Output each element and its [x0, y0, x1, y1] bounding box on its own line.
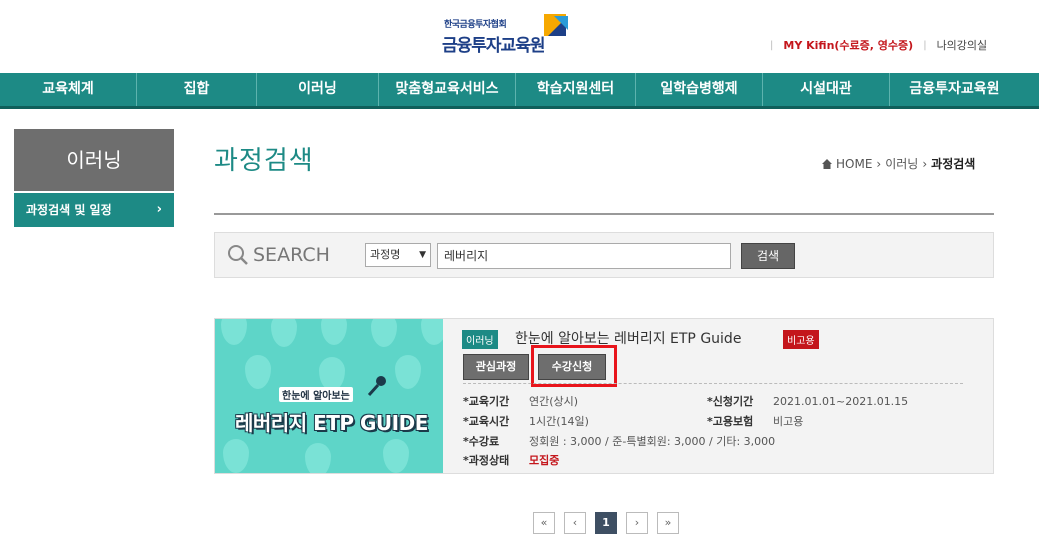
gnb-item-elearning[interactable]: 이러닝	[257, 73, 379, 106]
decoration	[383, 439, 409, 473]
divider	[214, 213, 994, 215]
search-label-text: SEARCH	[253, 244, 330, 266]
info-insurance: *고용보험 비고용	[707, 413, 803, 429]
info-label: *신청기간	[707, 395, 754, 408]
gnb-item-institute[interactable]: 금융투자교육원	[890, 73, 1019, 106]
favorite-course-button[interactable]: 관심과정	[463, 354, 529, 380]
breadcrumb-current: 과정검색	[931, 157, 976, 171]
search-panel: SEARCH 과정명 ▼ 레버리지 검색	[214, 232, 994, 278]
gnb-item-group[interactable]: 집합	[137, 73, 257, 106]
prev-page-button[interactable]: ‹	[564, 512, 586, 534]
caret-down-icon: ▼	[419, 250, 426, 260]
gnb-item-facility-rental[interactable]: 시설대관	[763, 73, 890, 106]
decoration	[321, 319, 347, 345]
microphone-icon	[367, 376, 386, 397]
logo-mark-icon	[544, 14, 568, 36]
page-title: 과정검색	[214, 146, 314, 176]
decoration	[245, 355, 271, 389]
chevron-right-icon: ›	[156, 202, 162, 217]
decoration	[221, 319, 247, 345]
site-logo[interactable]: 한국금융투자협회 금융투자교육원	[440, 14, 580, 56]
info-value: 2021.01.01~2021.01.15	[773, 394, 909, 408]
gnb-item-work-study[interactable]: 일학습병행제	[636, 73, 763, 106]
my-kifin-link[interactable]: MY Kifin(수료증, 영수증)	[783, 37, 913, 53]
search-type-value: 과정명	[370, 248, 401, 261]
info-edu-period: *교육기간 연간(상시)	[463, 393, 578, 409]
my-lecture-room-link[interactable]: 나의강의실	[937, 37, 988, 53]
info-status: *과정상태 모집중	[463, 452, 559, 468]
divider	[463, 383, 963, 384]
decoration	[395, 355, 421, 389]
insurance-badge: 비고용	[783, 330, 819, 349]
course-type-badge: 이러닝	[462, 330, 498, 349]
search-input[interactable]: 레버리지	[437, 243, 731, 269]
logo-title: 금융투자교육원	[442, 36, 545, 56]
home-icon	[822, 158, 832, 169]
breadcrumb-elearning[interactable]: 이러닝	[885, 155, 918, 172]
breadcrumb-home[interactable]: HOME	[836, 157, 872, 171]
info-label: *교육기간	[463, 395, 510, 408]
top-links: | MY Kifin(수료증, 영수증) | 나의강의실	[770, 37, 987, 53]
search-icon	[228, 245, 248, 265]
logo-subtitle: 한국금융투자협회	[444, 20, 507, 30]
sidebar-title: 이러닝	[14, 129, 174, 191]
decoration	[421, 319, 443, 345]
highlight-box	[531, 345, 617, 387]
thumbnail-title: 레버리지 ETP GUIDE	[235, 411, 428, 435]
search-label: SEARCH	[227, 244, 330, 266]
gnb-item-custom-service[interactable]: 맞춤형교육서비스	[379, 73, 516, 106]
info-edu-time: *교육시간 1시간(14일)	[463, 413, 589, 429]
info-fee: *수강료 정회원 : 3,000 / 준-특별회원: 3,000 / 기타: 3…	[463, 433, 775, 449]
info-label: *고용보험	[707, 415, 754, 428]
divider: |	[770, 39, 774, 51]
thumbnail-subtitle: 한눈에 알아보는	[279, 387, 353, 402]
info-value: 정회원 : 3,000 / 준-특별회원: 3,000 / 기타: 3,000	[529, 435, 776, 448]
decoration	[271, 319, 297, 347]
page-number-current[interactable]: 1	[595, 512, 617, 534]
global-nav: 교육체계 집합 이러닝 맞춤형교육서비스 학습지원센터 일학습병행제 시설대관 …	[0, 73, 1039, 109]
info-label: *과정상태	[463, 454, 510, 467]
breadcrumb: HOME › 이러닝 › 과정검색	[822, 155, 975, 172]
next-page-button[interactable]: ›	[626, 512, 648, 534]
pagination: « ‹ 1 › »	[533, 512, 679, 534]
gnb-item-learning-support[interactable]: 학습지원센터	[516, 73, 636, 106]
course-status-value: 모집중	[529, 454, 560, 467]
chevron-right-icon: ›	[876, 156, 882, 171]
first-page-button[interactable]: «	[533, 512, 555, 534]
info-apply-period: *신청기간 2021.01.01~2021.01.15	[707, 393, 908, 409]
decoration	[305, 443, 331, 473]
info-value: 연간(상시)	[529, 395, 579, 408]
decoration	[319, 357, 345, 391]
sidebar-item-label: 과정검색 및 일정	[26, 203, 112, 217]
search-type-select[interactable]: 과정명 ▼	[365, 243, 431, 267]
info-value: 1시간(14일)	[529, 415, 589, 428]
divider: |	[923, 39, 927, 51]
chevron-right-icon: ›	[922, 156, 928, 171]
decoration	[223, 439, 249, 473]
course-thumbnail[interactable]: 한눈에 알아보는 레버리지 ETP GUIDE	[215, 319, 443, 473]
decoration	[371, 319, 397, 347]
gnb-item-edu-system[interactable]: 교육체계	[0, 73, 137, 106]
info-value: 비고용	[773, 415, 804, 428]
info-label: *수강료	[463, 435, 500, 448]
sidebar-item-course-search[interactable]: 과정검색 및 일정 ›	[14, 193, 174, 227]
info-label: *교육시간	[463, 415, 510, 428]
course-card: 한눈에 알아보는 레버리지 ETP GUIDE 이러닝 한눈에 알아보는 레버리…	[214, 318, 994, 474]
last-page-button[interactable]: »	[657, 512, 679, 534]
search-button[interactable]: 검색	[741, 243, 795, 269]
